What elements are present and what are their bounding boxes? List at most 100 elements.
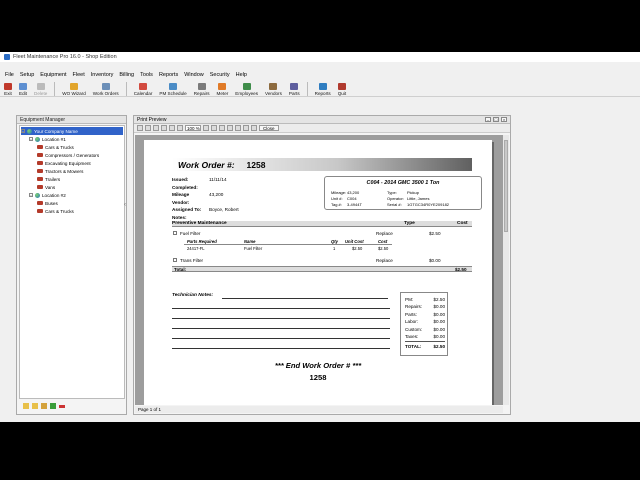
edit-label: Edit — [19, 91, 27, 96]
email-icon[interactable] — [243, 125, 249, 131]
delete-button: Delete — [34, 79, 47, 96]
work-order-header: Work Order #: 1258 — [172, 158, 472, 171]
search-icon[interactable] — [235, 125, 241, 131]
summary-row: TOTAL: $2.50 — [405, 344, 445, 351]
tree-node[interactable]: − Location #1 — [21, 135, 123, 143]
print-icon[interactable] — [137, 125, 143, 131]
splitter-grip-icon[interactable]: ‹ — [124, 202, 127, 214]
menu-equipment[interactable]: Equipment — [40, 72, 66, 78]
menu-fleet[interactable]: Fleet — [73, 72, 85, 78]
quit-label: Quit — [337, 91, 347, 96]
pm-schedule-button[interactable]: PM Schedule — [159, 79, 187, 96]
tree-node[interactable]: Cars & Trucks — [21, 207, 123, 215]
parts-button[interactable]: Parts — [289, 79, 300, 96]
maximize-icon[interactable]: □ — [493, 117, 499, 122]
tree-node[interactable]: Buses — [21, 199, 123, 207]
calendar-button[interactable]: Calendar — [133, 79, 153, 96]
menu-billing[interactable]: Billing — [119, 72, 134, 78]
collapse-icon[interactable]: − — [29, 137, 33, 141]
end-work-order-label: *** End Work Order # *** — [274, 361, 362, 370]
unit-detail-cell: 1GTGC34R0YE209182 — [407, 202, 450, 207]
calendar-label: Calendar — [133, 91, 153, 96]
menu-file[interactable]: File — [5, 72, 14, 78]
menu-reports[interactable]: Reports — [159, 72, 178, 78]
two-page-icon[interactable] — [211, 125, 217, 131]
fuel-filter-cost: $2.50 — [429, 231, 441, 236]
calendar-icon — [139, 83, 148, 90]
close-window-icon[interactable]: × — [501, 117, 507, 122]
globe-icon — [27, 128, 32, 134]
exit-button[interactable]: Exit — [4, 79, 12, 96]
quit-button[interactable]: Quit — [338, 79, 346, 96]
vendors-button[interactable]: Vendors — [265, 79, 282, 96]
menu-tools[interactable]: Tools — [140, 72, 153, 78]
info-value: 43,200 — [209, 192, 224, 198]
parts-icon — [290, 83, 299, 90]
tree-node[interactable]: − Location #2 — [21, 191, 123, 199]
info-key: Notes: — [172, 214, 187, 220]
add-icon[interactable] — [50, 403, 56, 409]
tree-node[interactable]: Vans — [21, 183, 123, 191]
collapse-icon[interactable]: − — [21, 129, 25, 133]
collapse-icon[interactable]: − — [29, 193, 33, 197]
globe-icon — [35, 136, 40, 142]
last-page-icon[interactable] — [169, 125, 175, 131]
unit-title: C004 - 2014 GMC 3500 1 Ton — [366, 180, 440, 186]
toolbar-separator — [306, 82, 308, 96]
truck-icon — [37, 177, 43, 181]
reports-icon — [318, 83, 327, 90]
notes-line — [172, 348, 390, 349]
tree-node[interactable]: Compressors / Generators — [21, 151, 123, 159]
preview-vertical-scrollbar[interactable] — [503, 135, 509, 405]
export-icon[interactable] — [227, 125, 233, 131]
preview-scroll-thumb[interactable] — [504, 140, 508, 232]
multi-page-icon[interactable] — [219, 125, 225, 131]
new-folder-icon[interactable] — [32, 403, 38, 409]
next-page-icon[interactable] — [161, 125, 167, 131]
edit-folder-icon[interactable] — [41, 403, 47, 409]
first-page-icon[interactable] — [145, 125, 151, 131]
remove-icon[interactable] — [59, 404, 65, 408]
parts-label: Parts — [288, 91, 300, 96]
zoom-icon[interactable] — [177, 125, 183, 131]
tree-node[interactable]: Excavating Equipment — [21, 159, 123, 167]
equipment-manager-title: Equipment Manager — [17, 116, 126, 124]
menu-window[interactable]: Window — [184, 72, 204, 78]
menu-inventory[interactable]: Inventory — [91, 72, 114, 78]
summary-key: Repairs: — [405, 304, 423, 310]
info-row: Vendor: — [172, 199, 239, 207]
zoom-select[interactable]: 100 % — [185, 125, 201, 131]
tree-node[interactable]: Tractors & Mowers — [21, 167, 123, 175]
vendors-icon — [269, 83, 278, 90]
menu-security[interactable]: Security — [210, 72, 230, 78]
meter-button[interactable]: Meter — [217, 79, 228, 96]
work-orders-button[interactable]: Work Orders — [93, 79, 119, 96]
app-icon — [4, 54, 10, 60]
equipment-tree[interactable]: − Your Company Name − Location #1 Cars & Tru… — [19, 125, 125, 399]
prev-page-icon[interactable] — [153, 125, 159, 131]
part-unit-cost: $2.50 — [352, 246, 363, 251]
wo-wizard-button[interactable]: WO Wizard — [62, 79, 86, 96]
work-orders-label: Work Orders — [92, 91, 119, 96]
truck-icon — [37, 145, 43, 149]
settings-icon[interactable] — [251, 125, 257, 131]
repairs-button[interactable]: Repairs — [194, 79, 210, 96]
tree-node[interactable]: − Your Company Name — [21, 127, 123, 135]
open-folder-icon[interactable] — [23, 403, 29, 409]
summary-divider — [405, 341, 445, 342]
single-page-icon[interactable] — [203, 125, 209, 131]
menu-setup[interactable]: Setup — [20, 72, 34, 78]
quit-icon — [337, 83, 346, 90]
notes-line — [172, 338, 390, 339]
summary-value: $0.00 — [433, 304, 446, 310]
minimize-icon[interactable]: – — [485, 117, 491, 122]
tree-node[interactable]: Cars & Trucks — [21, 143, 123, 151]
reports-button[interactable]: Reports — [315, 79, 331, 96]
employees-button[interactable]: Employees — [235, 79, 258, 96]
close-preview-button[interactable]: Close — [259, 125, 279, 131]
menu-help[interactable]: Help — [236, 72, 247, 78]
edit-button[interactable]: Edit — [19, 79, 27, 96]
delete-label: Delete — [34, 91, 48, 96]
truck-icon — [37, 185, 43, 189]
tree-node[interactable]: Trailers — [21, 175, 123, 183]
